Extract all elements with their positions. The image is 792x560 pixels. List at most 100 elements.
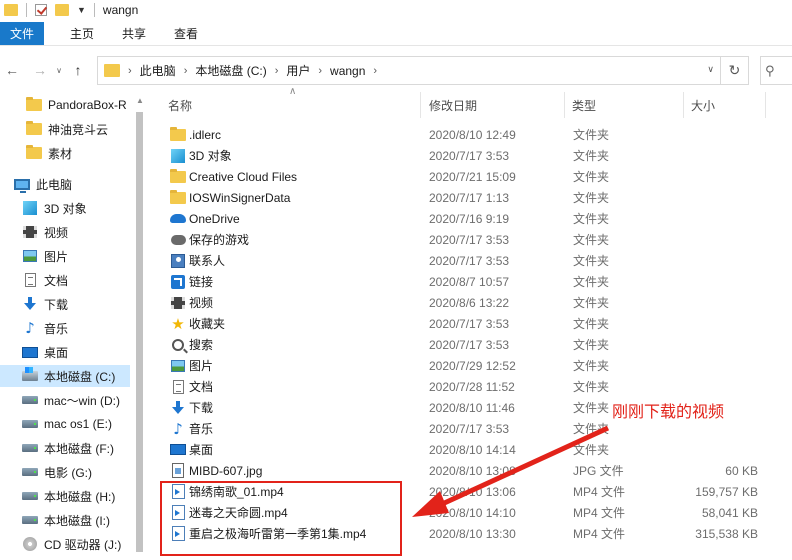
3d-objects-icon [23,201,37,215]
file-row[interactable]: OneDrive 2020/7/16 9:19 文件夹 [166,208,766,229]
file-row[interactable]: IOSWinSignerData 2020/7/17 1:13 文件夹 [166,187,766,208]
pc-icon [14,178,30,193]
column-header-name[interactable]: 名称 [168,97,192,114]
nav-item[interactable]: 此电脑 [0,173,130,195]
nav-item[interactable]: 电影 (G:) [0,461,130,483]
drive-icon [22,492,38,500]
nav-item[interactable]: mac～win (D:) [0,389,130,411]
column-divider[interactable] [564,92,565,118]
tab-view[interactable]: 查看 [160,22,212,45]
nav-item[interactable]: 视频 [0,221,130,243]
folder-icon [26,121,42,135]
3d-objects-icon [171,148,185,163]
breadcrumb-local-disk-c[interactable]: 本地磁盘 (C:) [195,62,266,79]
up-button[interactable]: ↑ [66,58,90,82]
nav-item[interactable]: 本地磁盘 (I:) [0,509,130,531]
nav-item[interactable]: 图片 [0,245,130,267]
nav-item[interactable]: ♪ 音乐 [0,317,130,339]
file-row[interactable]: 视频 2020/8/6 13:22 文件夹 [166,292,766,313]
breadcrumb-separator-icon[interactable]: › [275,65,279,77]
music-icon: ♪ [173,419,183,438]
new-folder-icon[interactable] [55,4,69,16]
nav-item[interactable]: 3D 对象 [0,197,130,219]
nav-item[interactable]: 文档 [0,269,130,291]
file-row[interactable]: ★ 收藏夹 2020/7/17 3:53 文件夹 [166,313,766,334]
column-header-date[interactable]: 修改日期 [429,97,477,114]
drive-icon [22,396,38,404]
window-title: wangn [102,3,139,17]
file-row[interactable]: 图片 2020/7/29 12:52 文件夹 [166,355,766,376]
nav-item[interactable]: 本地磁盘 (H:) [0,485,130,507]
nav-item[interactable]: 本地磁盘 (C:) [0,365,130,387]
file-type: MP4 文件 [573,485,626,499]
file-name: .idlerc [189,127,222,142]
breadcrumb-separator-icon[interactable]: › [184,65,188,77]
file-size: 315,538 KB [695,526,758,541]
tab-home[interactable]: 主页 [56,22,108,45]
column-header-type[interactable]: 类型 [572,97,596,114]
search-input[interactable]: ⚲ [760,56,792,85]
file-row[interactable]: 搜索 2020/7/17 3:53 文件夹 [166,334,766,355]
nav-item-label: 图片 [44,249,69,264]
column-header-size[interactable]: 大小 [691,97,715,114]
nav-item-label: 3D 对象 [44,201,87,216]
file-date: 2020/7/17 3:53 [429,316,510,331]
file-type: 文件夹 [573,128,610,142]
file-name: 文档 [189,380,214,394]
column-divider[interactable] [683,92,684,118]
navigation-pane-scrollbar[interactable]: ▲ [132,92,148,560]
customize-toolbar-dropdown-icon[interactable]: ▼ [77,5,86,15]
column-divider[interactable] [765,92,766,118]
address-history-dropdown-icon[interactable]: ∨ [707,64,714,75]
breadcrumb-users[interactable]: 用户 [286,62,310,79]
forward-button[interactable]: → [28,58,52,82]
nav-item[interactable]: PandoraBox-R [0,94,130,116]
nav-item[interactable]: 下载 [0,293,130,315]
annotation-label: 刚刚下载的视频 [612,402,725,421]
nav-item[interactable]: 神油竞斗云 [0,118,130,140]
column-divider[interactable] [420,92,421,118]
video-icon [171,296,185,309]
file-row[interactable]: MIBD-607.jpg 2020/8/10 13:08 JPG 文件 60 KB [166,460,766,481]
folder-icon [170,189,186,204]
file-type: 文件夹 [573,317,610,331]
file-icon-wrapper [170,211,186,227]
back-button[interactable]: ← [0,58,24,82]
nav-item[interactable]: 本地磁盘 (F:) [0,437,130,459]
video-icon [23,226,37,238]
file-icon-wrapper [170,168,186,185]
file-row[interactable]: 联系人 2020/7/17 3:53 文件夹 [166,250,766,271]
scroll-up-arrow-icon[interactable]: ▲ [136,96,144,105]
breadcrumb-separator-icon[interactable]: › [373,65,377,77]
nav-item[interactable]: 桌面 [0,341,130,363]
scrollbar-thumb[interactable] [136,112,143,552]
breadcrumb-wangn[interactable]: wangn [330,64,365,78]
breadcrumb-this-pc[interactable]: 此电脑 [140,62,176,79]
tab-file[interactable]: 文件 [0,22,45,45]
file-row[interactable]: 链接 2020/8/7 10:57 文件夹 [166,271,766,292]
file-row[interactable]: 保存的游戏 2020/7/17 3:53 文件夹 [166,229,766,250]
breadcrumb-separator-icon[interactable]: › [128,65,132,77]
file-row[interactable]: 桌面 2020/8/10 14:14 文件夹 [166,439,766,460]
tab-share[interactable]: 共享 [108,22,160,45]
download-icon [23,297,37,311]
search-icon [172,338,184,351]
folder-icon [170,126,186,141]
refresh-button[interactable]: ↻ [721,56,749,85]
folder-icon[interactable] [4,4,18,16]
nav-item[interactable]: CD 驱动器 (J:) [0,533,130,555]
file-row[interactable]: 文档 2020/7/28 11:52 文件夹 [166,376,766,397]
nav-item[interactable]: 素材 [0,142,130,164]
file-date: 2020/7/17 3:53 [429,337,510,352]
file-row[interactable]: Creative Cloud Files 2020/7/21 15:09 文件夹 [166,166,766,187]
address-bar[interactable]: › 此电脑 › 本地磁盘 (C:) › 用户 › wangn › ∨ [97,56,721,85]
jpg-file-icon [172,463,184,478]
properties-check-icon[interactable] [35,4,47,16]
nav-item-icon-wrapper [22,393,38,407]
breadcrumb-separator-icon[interactable]: › [318,65,322,77]
nav-item[interactable]: mac os1 (E:) [0,413,130,435]
file-row[interactable]: .idlerc 2020/8/10 12:49 文件夹 [166,124,766,145]
file-type: 文件夹 [573,149,610,163]
file-row[interactable]: 3D 对象 2020/7/17 3:53 文件夹 [166,145,766,166]
recent-locations-dropdown[interactable]: ∨ [52,58,66,82]
